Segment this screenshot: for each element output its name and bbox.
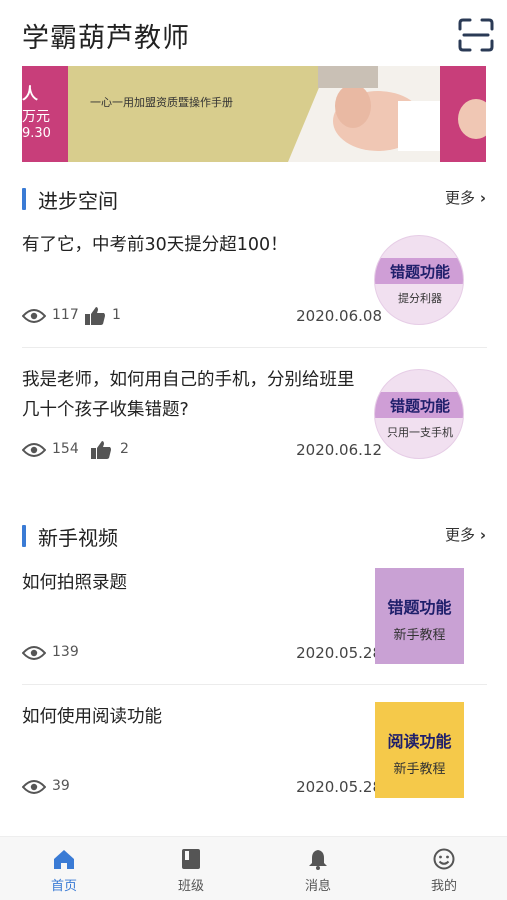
video-section-header: 新手视频 更多 › (22, 521, 488, 551)
thumbnail-subtitle: 新手教程 (393, 762, 446, 777)
video-date: 2020.05.28 (296, 778, 382, 796)
view-count: 117 (52, 307, 79, 323)
banner-main-panel: 一心一用加盟资质暨操作手册 (68, 66, 440, 162)
article-meta: 154 2 2020.06.12 (22, 439, 382, 461)
home-icon (54, 850, 74, 869)
more-link[interactable]: 更多 › (445, 524, 486, 545)
more-label: 更多 (445, 526, 476, 544)
eye-icon (22, 646, 46, 660)
article-title: 我是老师，如何用自己的手机，分别给班里几十个孩子收集错题? (22, 370, 355, 420)
thumbnail-title: 错题功能 (389, 397, 450, 415)
tab-label: 班级 (177, 879, 204, 894)
section-accent-bar (22, 188, 26, 210)
thumbnail-title: 错题功能 (389, 263, 450, 281)
thumbnail-title: 阅读功能 (387, 732, 452, 751)
tab-profile[interactable]: 我的 (404, 837, 484, 900)
banner-left-line3: 9.30 (22, 126, 51, 141)
tab-label: 首页 (50, 879, 77, 894)
app-header: 学霸葫芦教师 (0, 0, 507, 66)
banner-left-line2: 万元 (22, 109, 50, 125)
eye-icon (22, 443, 46, 457)
section-title: 进步空间 (38, 189, 118, 213)
eye-icon (22, 780, 46, 794)
article-thumbnail[interactable]: 错题功能 只用一支手机 (374, 369, 464, 459)
thumbnail-subtitle: 新手教程 (393, 628, 446, 643)
thumbs-up-icon[interactable] (90, 440, 112, 460)
bottom-tab-bar: 首页 班级 消息 我的 (0, 836, 507, 900)
thumbnail-subtitle: 只用一支手机 (387, 426, 453, 439)
article-meta: 117 1 2020.06.08 (22, 305, 382, 327)
chevron-right-icon: › (479, 526, 486, 544)
chevron-right-icon: › (479, 189, 486, 207)
scan-frame-icon[interactable] (458, 18, 494, 52)
tab-label: 消息 (304, 879, 331, 894)
thumbs-up-icon[interactable] (84, 306, 106, 326)
article-date: 2020.06.12 (296, 441, 382, 459)
like-count: 2 (120, 441, 129, 457)
section-accent-bar (22, 525, 26, 547)
video-title: 如何拍照录题 (22, 573, 127, 593)
video-title: 如何使用阅读功能 (22, 707, 162, 727)
app-title: 学霸葫芦教师 (22, 23, 190, 54)
more-label: 更多 (445, 189, 476, 207)
tab-messages[interactable]: 消息 (278, 837, 358, 900)
view-count: 39 (52, 778, 70, 794)
banner-left-panel: 人 万元 9.30 (22, 66, 68, 162)
bell-icon (309, 850, 327, 870)
thumbnail-subtitle: 提分利器 (398, 292, 442, 305)
eye-icon (22, 309, 46, 323)
smiley-icon (433, 848, 455, 870)
video-meta: 139 2020.05.28 (22, 642, 382, 664)
banner-right-panel (440, 66, 486, 162)
thumbnail-title: 错题功能 (387, 598, 452, 617)
video-thumbnail[interactable]: 阅读功能 新手教程 (375, 702, 464, 798)
tab-home[interactable]: 首页 (24, 837, 104, 900)
video-date: 2020.05.28 (296, 644, 382, 662)
tab-label: 我的 (430, 879, 457, 894)
progress-section-header: 进步空间 更多 › (22, 184, 488, 214)
banner-hand-icon (458, 99, 486, 139)
video-meta: 39 2020.05.28 (22, 776, 382, 798)
tab-class[interactable]: 班级 (151, 837, 231, 900)
video-thumbnail[interactable]: 错题功能 新手教程 (375, 568, 464, 664)
article-thumbnail[interactable]: 错题功能 提分利器 (374, 235, 464, 325)
like-count: 1 (112, 307, 121, 323)
banner-caption: 一心一用加盟资质暨操作手册 (90, 96, 233, 109)
section-title: 新手视频 (38, 526, 118, 550)
promo-banner[interactable]: 人 万元 9.30 一心一用加盟资质暨操作手册 (22, 66, 486, 162)
banner-hands-photo (288, 66, 440, 162)
book-icon (182, 849, 200, 869)
divider (22, 347, 487, 348)
view-count: 139 (52, 644, 79, 660)
banner-left-line1: 人 (22, 84, 39, 103)
view-count: 154 (52, 441, 79, 457)
divider (22, 684, 487, 685)
article-date: 2020.06.08 (296, 307, 382, 325)
more-link[interactable]: 更多 › (445, 187, 486, 208)
article-title: 有了它，中考前30天提分超100！ (22, 235, 288, 255)
